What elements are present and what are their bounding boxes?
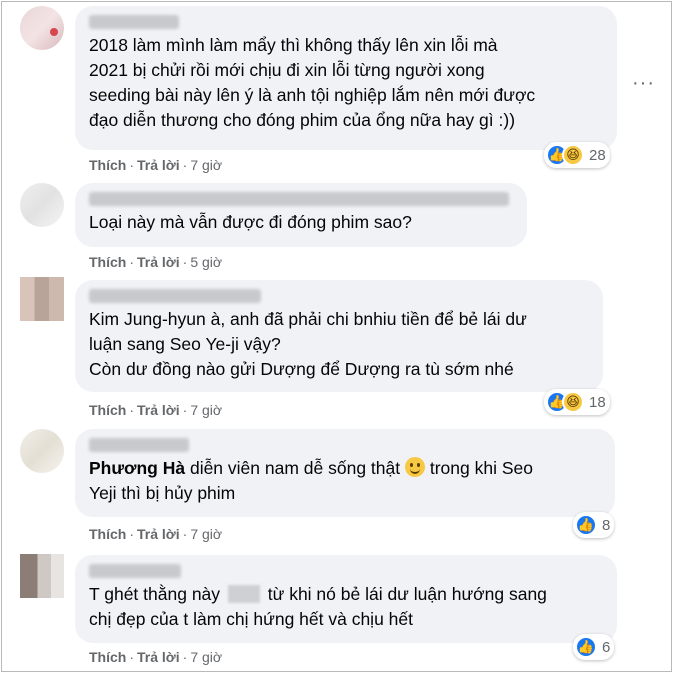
comment-text: Phương Hà diễn viên nam dễ sống thật tro… (89, 456, 601, 506)
avatar[interactable] (20, 277, 64, 321)
comment-text: 2018 làm mình làm mẩy thì không thấy lên… (89, 35, 536, 130)
reply-link[interactable]: Trả lời (137, 254, 180, 270)
avatar[interactable] (20, 183, 64, 227)
comment-actions: Thích · Trả lời · 7 giờ (89, 402, 223, 418)
like-link[interactable]: Thích (89, 254, 126, 270)
like-link[interactable]: Thích (89, 526, 126, 542)
author-name-redacted[interactable] (89, 564, 181, 578)
reaction-summary[interactable]: 👍 😆 18 (544, 389, 610, 415)
avatar[interactable] (20, 6, 64, 50)
comment-text: Loại này mà vẫn được đi đóng phim sao? (89, 212, 412, 232)
author-name-redacted[interactable] (89, 289, 261, 303)
timestamp[interactable]: 7 giờ (190, 157, 222, 173)
comment-text: T ghét thằng này từ khi nó bẻ lái dư luậ… (89, 582, 603, 632)
like-link[interactable]: Thích (89, 402, 126, 418)
reaction-summary[interactable]: 👍 8 (573, 512, 615, 538)
timestamp[interactable]: 5 giờ (190, 254, 222, 270)
like-reaction-icon: 👍 (575, 636, 597, 658)
haha-reaction-icon: 😆 (562, 391, 584, 413)
comment-actions: Thích · Trả lời · 7 giờ (89, 526, 223, 542)
comments-panel: ··· 2018 làm mình làm mẩy thì không thấy… (1, 1, 672, 672)
comment-text: Kim Jung-hyun à, anh đã phải chi bnhiu t… (89, 309, 527, 379)
author-name-redacted[interactable] (89, 438, 189, 452)
reply-link[interactable]: Trả lời (137, 649, 180, 665)
comment-text-part: T ghét thằng này (89, 584, 225, 604)
reply-link[interactable]: Trả lời (137, 402, 180, 418)
comment-actions: Thích · Trả lời · 7 giờ (89, 157, 223, 173)
comment-actions: Thích · Trả lời · 5 giờ (89, 254, 223, 270)
like-link[interactable]: Thích (89, 649, 126, 665)
reaction-count: 8 (602, 516, 611, 534)
author-name-redacted[interactable] (89, 192, 509, 206)
redacted-word (227, 585, 260, 603)
reply-link[interactable]: Trả lời (137, 157, 180, 173)
comment-bubble: T ghét thằng này từ khi nó bẻ lái dư luậ… (75, 555, 617, 643)
comment-bubble: Phương Hà diễn viên nam dễ sống thật tro… (75, 429, 615, 517)
comment-text-part: diễn viên nam dễ sống thật (185, 458, 405, 478)
haha-reaction-icon: 😆 (562, 144, 584, 166)
like-link[interactable]: Thích (89, 157, 126, 173)
reaction-summary[interactable]: 👍 6 (573, 634, 615, 660)
reaction-count: 28 (589, 146, 606, 164)
comment-actions: Thích · Trả lời · 7 giờ (89, 649, 223, 665)
reply-link[interactable]: Trả lời (137, 526, 180, 542)
timestamp[interactable]: 7 giờ (190, 402, 222, 418)
comment-bubble: Loại này mà vẫn được đi đóng phim sao? (75, 183, 527, 247)
reaction-summary[interactable]: 👍 😆 28 (544, 142, 610, 168)
avatar[interactable] (20, 554, 64, 598)
reaction-count: 18 (589, 393, 606, 411)
like-reaction-icon: 👍 (575, 514, 597, 536)
timestamp[interactable]: 7 giờ (190, 526, 222, 542)
mentioned-user[interactable]: Phương Hà (89, 458, 185, 478)
more-options-icon[interactable]: ··· (632, 72, 655, 95)
smiling-face-emoji-icon (404, 457, 425, 477)
comment-bubble: Kim Jung-hyun à, anh đã phải chi bnhiu t… (75, 280, 603, 392)
avatar[interactable] (20, 429, 64, 473)
author-name-redacted[interactable] (89, 15, 179, 29)
reaction-count: 6 (602, 638, 611, 656)
timestamp[interactable]: 7 giờ (190, 649, 222, 665)
comment-bubble: 2018 làm mình làm mẩy thì không thấy lên… (75, 6, 617, 150)
